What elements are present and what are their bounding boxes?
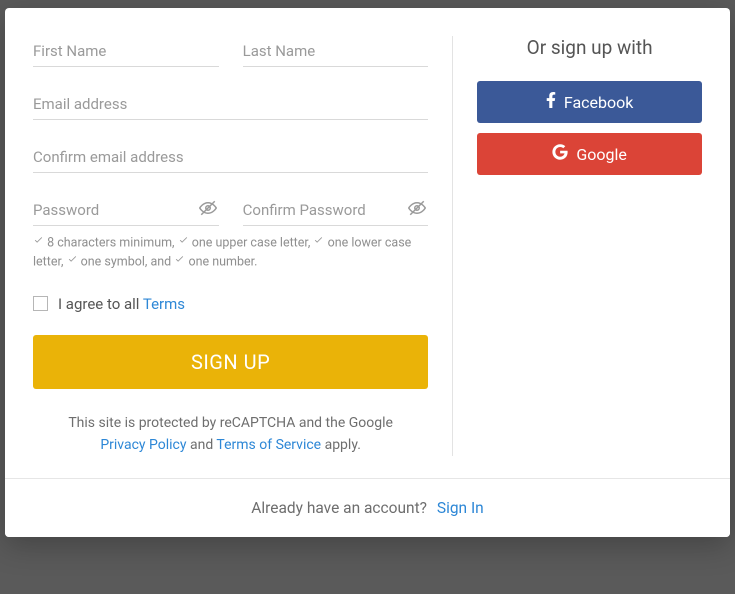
password-hints: 8 characters minimum, one upper case let… (33, 234, 428, 273)
privacy-policy-link[interactable]: Privacy Policy (100, 437, 186, 453)
toggle-confirm-password-icon[interactable] (408, 199, 426, 221)
agree-terms-text: I agree to all Terms (58, 295, 185, 313)
hint-text: one number. (188, 255, 257, 270)
check-icon (33, 234, 44, 253)
terms-link[interactable]: Terms (143, 295, 185, 313)
terms-of-service-link[interactable]: Terms of Service (216, 437, 321, 453)
signup-form: 8 characters minimum, one upper case let… (33, 36, 453, 456)
hint-text: one upper case letter, (192, 236, 311, 251)
email-field[interactable] (33, 89, 428, 120)
google-button[interactable]: Google (477, 133, 702, 175)
first-name-field[interactable] (33, 36, 219, 67)
recaptcha-notice: This site is protected by reCAPTCHA and … (33, 413, 428, 456)
check-icon (313, 234, 324, 253)
modal-footer: Already have an account? Sign In (5, 478, 730, 537)
footer-question: Already have an account? (251, 499, 427, 517)
signup-button[interactable]: SIGN UP (33, 335, 428, 389)
social-signup: Or sign up with Facebook Google (453, 36, 702, 456)
google-icon (552, 144, 568, 164)
check-icon (178, 234, 189, 253)
facebook-icon (546, 92, 556, 112)
agree-terms-checkbox[interactable] (33, 296, 48, 311)
recaptcha-and: and (187, 437, 217, 453)
password-field[interactable] (33, 195, 219, 226)
recaptcha-line1: This site is protected by reCAPTCHA and … (68, 415, 393, 431)
confirm-password-field[interactable] (243, 195, 429, 226)
google-label: Google (576, 145, 627, 164)
modal-body: 8 characters minimum, one upper case let… (5, 8, 730, 478)
check-icon (67, 253, 78, 272)
facebook-button[interactable]: Facebook (477, 81, 702, 123)
confirm-email-field[interactable] (33, 142, 428, 173)
hint-text: 8 characters minimum, (47, 236, 174, 251)
signup-modal: 8 characters minimum, one upper case let… (5, 8, 730, 537)
recaptcha-apply: apply. (321, 437, 361, 453)
check-icon (174, 253, 185, 272)
agree-prefix: I agree to all (58, 295, 143, 313)
facebook-label: Facebook (564, 93, 633, 112)
hint-text: one symbol, and (81, 255, 172, 270)
social-title: Or sign up with (527, 36, 653, 59)
last-name-field[interactable] (243, 36, 429, 67)
toggle-password-icon[interactable] (199, 199, 217, 221)
signin-link[interactable]: Sign In (437, 499, 484, 517)
